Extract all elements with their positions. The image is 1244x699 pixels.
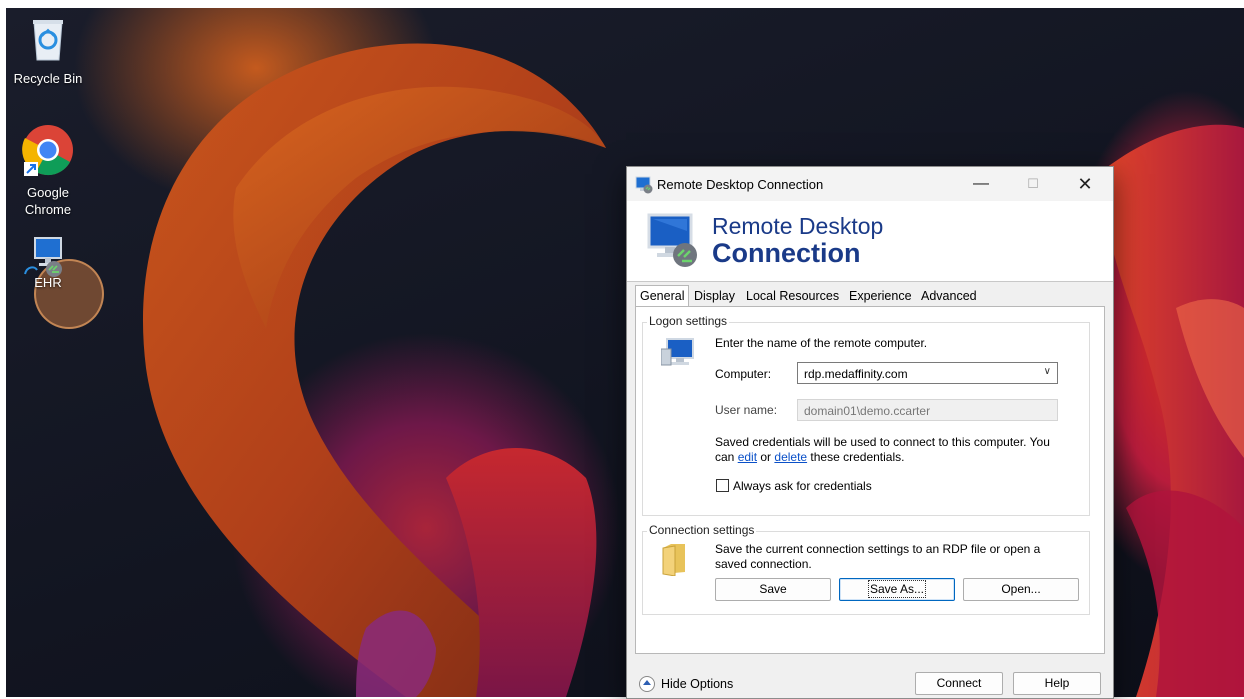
- logon-settings-title: Logon settings: [647, 314, 730, 328]
- folder-icon: [662, 544, 685, 576]
- banner-title-line2: Connection: [712, 238, 861, 268]
- saved-credentials-text-line1: Saved credentials will be used to connec…: [715, 435, 1050, 449]
- maximize-button: ☐: [1027, 176, 1039, 191]
- open-button[interactable]: Open...: [963, 578, 1079, 601]
- remote-desktop-app-icon: [635, 176, 653, 194]
- ehr-shortcut[interactable]: EHR: [8, 236, 88, 291]
- help-button[interactable]: Help: [1013, 672, 1101, 695]
- logon-instruction: Enter the name of the remote computer.: [715, 336, 928, 350]
- computer-icon: [661, 338, 694, 366]
- close-button[interactable]: ✕: [1062, 167, 1108, 201]
- username-label: User name:: [715, 403, 778, 417]
- recycle-bin-shortcut[interactable]: Recycle Bin: [8, 16, 88, 87]
- saved-text-suffix: these credentials.: [807, 450, 905, 464]
- computer-label: Computer:: [715, 367, 772, 381]
- connection-text-line2: saved connection.: [715, 557, 812, 571]
- google-chrome-shortcut[interactable]: Google Chrome: [8, 124, 88, 218]
- remote-desktop-logo-icon: [647, 213, 697, 267]
- always-ask-checkbox[interactable]: [716, 479, 729, 492]
- connection-text-line1: Save the current connection settings to …: [715, 542, 1041, 556]
- hide-options-toggle-icon[interactable]: [639, 676, 655, 692]
- delete-credentials-link[interactable]: delete: [774, 450, 807, 464]
- google-chrome-label: Google Chrome: [24, 185, 72, 217]
- window-title: Remote Desktop Connection: [657, 177, 824, 192]
- banner-title-line1: Remote Desktop: [712, 213, 884, 239]
- recycle-bin-label: Recycle Bin: [13, 71, 83, 86]
- ehr-label: EHR: [34, 275, 62, 290]
- connect-button[interactable]: Connect: [915, 672, 1003, 695]
- chevron-down-icon[interactable]: ∨: [1044, 366, 1051, 377]
- tab-experience[interactable]: Experience: [844, 285, 917, 307]
- connection-settings-title: Connection settings: [647, 523, 757, 537]
- minimize-button[interactable]: —: [958, 167, 1004, 201]
- save-button[interactable]: Save: [715, 578, 831, 601]
- tab-general[interactable]: General: [635, 285, 690, 308]
- recycle-bin-icon: [33, 20, 63, 61]
- save-as-button[interactable]: Save As...: [839, 578, 955, 601]
- saved-credentials-text-line2: can edit or delete these credentials.: [715, 450, 904, 465]
- always-ask-label[interactable]: Always ask for credentials: [733, 479, 872, 493]
- computer-combobox[interactable]: rdp.medaffinity.com ∨: [797, 362, 1058, 384]
- hide-options-link[interactable]: Hide Options: [661, 677, 733, 691]
- edit-credentials-link[interactable]: edit: [738, 450, 757, 464]
- saved-text-or: or: [757, 450, 775, 464]
- computer-value: rdp.medaffinity.com: [804, 367, 908, 381]
- chrome-icon: [22, 125, 73, 176]
- tab-local-resources[interactable]: Local Resources: [741, 285, 844, 307]
- username-field: domain01\demo.ccarter: [797, 399, 1058, 421]
- title-bar[interactable]: Remote Desktop Connection — ☐ ✕: [627, 167, 1113, 201]
- saved-text-prefix: can: [715, 450, 738, 464]
- username-value: domain01\demo.ccarter: [804, 404, 931, 418]
- tab-advanced[interactable]: Advanced: [916, 285, 982, 307]
- rdp-dialog: Remote Desktop Connection — ☐ ✕ Remote D…: [626, 166, 1114, 699]
- tab-display[interactable]: Display: [689, 285, 740, 307]
- save-as-label: Save As...: [867, 580, 927, 598]
- header-banner: Remote Desktop Connection: [627, 201, 1113, 282]
